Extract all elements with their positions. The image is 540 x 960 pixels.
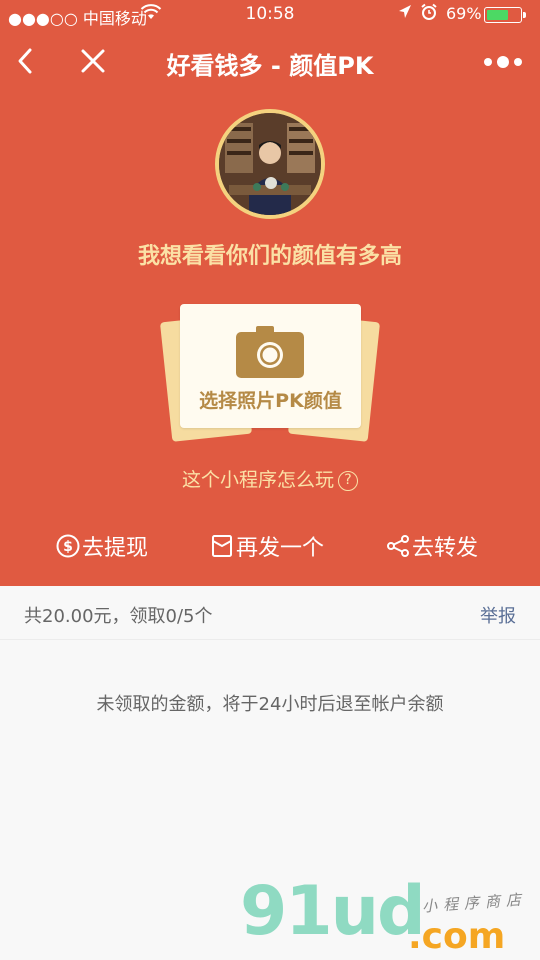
refund-notice: 未领取的金额，将于24小时后退至帐户余额 xyxy=(96,694,444,715)
withdraw-button[interactable]: $ 去提现 xyxy=(56,528,148,564)
dollar-icon: $ xyxy=(56,534,80,558)
hero-section: ●●●○○ 中国移动 10:58 69% 好看钱多 - 颜值PK 我想看看你们的… xyxy=(0,0,540,586)
status-bar: ●●●○○ 中国移动 10:58 69% xyxy=(0,0,540,30)
choose-photo-button[interactable]: 选择照片PK颜值 xyxy=(180,304,361,428)
send-another-label: 再发一个 xyxy=(236,536,325,561)
report-link[interactable]: 举报 xyxy=(480,602,516,628)
share-button[interactable]: 去转发 xyxy=(386,528,478,564)
more-options-icon[interactable] xyxy=(484,53,524,71)
battery-icon xyxy=(484,7,526,23)
choose-photo-label: 选择照片PK颜值 xyxy=(199,390,342,412)
alarm-icon xyxy=(420,3,438,25)
svg-text:$: $ xyxy=(63,539,73,555)
nav-bar: 好看钱多 - 颜值PK xyxy=(0,40,540,84)
watermark-tagline: 小程序商店 xyxy=(421,890,528,916)
action-bar: $ 去提现 再发一个 去转发 xyxy=(0,528,540,564)
share-label: 去转发 xyxy=(412,536,479,561)
withdraw-label: 去提现 xyxy=(82,536,149,561)
send-another-button[interactable]: 再发一个 xyxy=(210,528,324,564)
avatar xyxy=(215,109,325,219)
location-icon xyxy=(398,4,412,24)
summary-row: 共20.00元，领取0/5个 举报 xyxy=(0,586,540,640)
amount-summary: 共20.00元，领取0/5个 xyxy=(24,606,213,627)
how-to-play-label: 这个小程序怎么玩 xyxy=(181,469,334,491)
watermark-brand: 91ud xyxy=(240,872,426,951)
share-icon xyxy=(386,534,410,558)
headline: 我想看看你们的颜值有多高 xyxy=(137,244,402,269)
camera-icon xyxy=(236,326,304,378)
help-icon: ? xyxy=(338,471,358,491)
page-title: 好看钱多 - 颜值PK xyxy=(166,52,374,80)
watermark-domain: .com xyxy=(408,916,506,957)
how-to-play-link[interactable]: 这个小程序怎么玩? xyxy=(0,465,540,492)
watermark-logo: 91ud 小程序商店 .com xyxy=(240,872,540,960)
envelope-icon xyxy=(210,534,234,558)
battery-percent: 69% xyxy=(446,4,482,23)
